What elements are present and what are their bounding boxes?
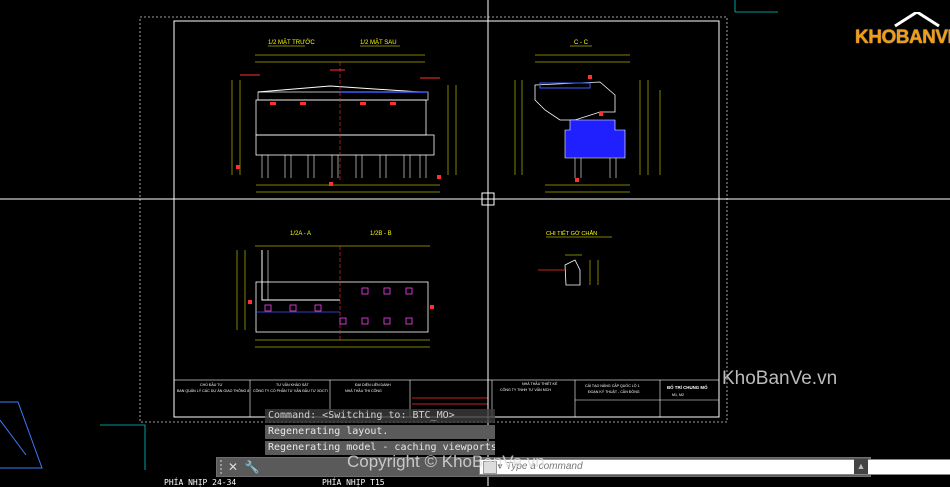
wrench-icon[interactable]: 🔧 [243, 458, 261, 476]
section-back-title: 1/2 MẶT SAU [360, 39, 397, 46]
elevation-drawing: 1/2 MẶT TRƯỚC 1/2 MẶT SAU [231, 39, 457, 193]
section-aa-title: 1/2A - A [290, 231, 311, 237]
sheet-frame [173, 20, 720, 418]
section-cc-drawing: C - C [514, 40, 661, 193]
tb-col3-l1: ĐẠI DIỆN LIÊN DANH [355, 382, 391, 387]
tb-col2-l2: CÔNG TY CỔ PHẦN TƯ VẤN ĐẦU TƯ XDCTI [253, 388, 328, 393]
adjacent-drawing [0, 401, 43, 469]
tb-col6-l2: M1, M2 [672, 393, 684, 397]
khobanve-logo: KHOBANVE [855, 12, 950, 54]
tb-col6-l1: BỐ TRÍ CHUNG MỐ [667, 385, 708, 390]
detail-drawing: CHI TIẾT GỜ CHẮN [538, 229, 612, 286]
tb-col4-l2: CÔNG TY TNHH TƯ VẤN MCH [500, 387, 551, 392]
section-cc-title: C - C [574, 40, 589, 46]
section-front-title: 1/2 MẶT TRƯỚC [268, 39, 315, 46]
tb-col1-l1: CHỦ ĐẦU TƯ [200, 382, 223, 387]
command-history: Command: <Switching to: BTC_MO> Regenera… [265, 409, 495, 457]
history-line: Command: <Switching to: BTC_MO> [265, 409, 495, 423]
scroll-up-button[interactable]: ▲ [854, 459, 868, 474]
tb-col5-l1: CẢI TẠO NÂNG CẤP QUỐC LỘ 1 [585, 383, 640, 388]
section-detail-title: CHI TIẾT GỜ CHẮN [546, 229, 597, 237]
tb-col5-l2: ĐOẠN KÝ THUẬT - CẦN ĐỒNG [588, 389, 640, 394]
tb-col3-l2: NHÀ THẦU THI CÔNG [345, 388, 382, 393]
command-input[interactable]: ▼ Type a command [479, 459, 950, 475]
logo-text: KHOBANVE [855, 27, 950, 48]
section-bb-title: 1/2B - B [370, 231, 392, 237]
plan-drawing: 1/2A - A 1/2B - B [236, 231, 434, 348]
close-icon[interactable]: ✕ [224, 458, 242, 476]
watermark-copyright: Copyright © KhoBanVe.vn [347, 452, 545, 471]
tb-col2-l1: TƯ VẤN KHẢO SÁT [276, 382, 310, 387]
history-line: Regenerating layout. [265, 425, 495, 439]
watermark-right: KhoBanVe.vn [722, 368, 838, 389]
tb-col1-l2: BAN QUẢN LÝ CÁC DỰ ÁN GIAO THÔNG 8 [177, 388, 249, 393]
tb-col4-l1: NHÀ THẦU THIẾT KẾ [522, 381, 558, 386]
